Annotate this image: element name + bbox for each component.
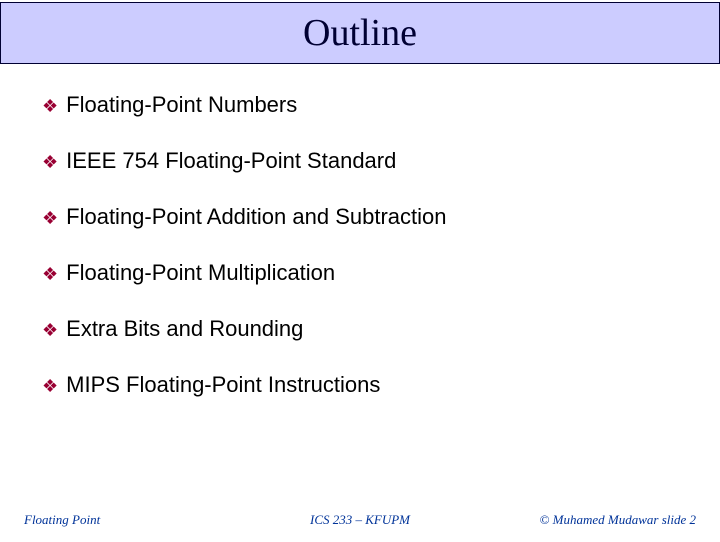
outline-item-text: Floating-Point Multiplication <box>66 260 335 286</box>
diamond-bullet-icon: ❖ <box>42 321 58 339</box>
list-item: ❖ Floating-Point Multiplication <box>42 260 678 286</box>
footer-center-text: ICS 233 – KFUPM <box>310 512 410 528</box>
outline-item-text: Floating-Point Numbers <box>66 92 297 118</box>
outline-item-text: Extra Bits and Rounding <box>66 316 303 342</box>
outline-item-text: MIPS Floating-Point Instructions <box>66 372 380 398</box>
diamond-bullet-icon: ❖ <box>42 153 58 171</box>
outline-content: ❖ Floating-Point Numbers ❖ IEEE 754 Floa… <box>0 64 720 398</box>
slide-title: Outline <box>303 11 417 55</box>
list-item: ❖ IEEE 754 Floating-Point Standard <box>42 148 678 174</box>
outline-item-text: IEEE 754 Floating-Point Standard <box>66 148 396 174</box>
diamond-bullet-icon: ❖ <box>42 377 58 395</box>
list-item: ❖ Extra Bits and Rounding <box>42 316 678 342</box>
diamond-bullet-icon: ❖ <box>42 97 58 115</box>
outline-item-text: Floating-Point Addition and Subtraction <box>66 204 446 230</box>
footer-left-text: Floating Point <box>24 512 100 528</box>
title-bar: Outline <box>0 2 720 64</box>
list-item: ❖ MIPS Floating-Point Instructions <box>42 372 678 398</box>
list-item: ❖ Floating-Point Numbers <box>42 92 678 118</box>
diamond-bullet-icon: ❖ <box>42 265 58 283</box>
diamond-bullet-icon: ❖ <box>42 209 58 227</box>
list-item: ❖ Floating-Point Addition and Subtractio… <box>42 204 678 230</box>
footer-right-text: © Muhamed Mudawar slide 2 <box>540 512 696 528</box>
slide-footer: Floating Point ICS 233 – KFUPM © Muhamed… <box>0 512 720 528</box>
